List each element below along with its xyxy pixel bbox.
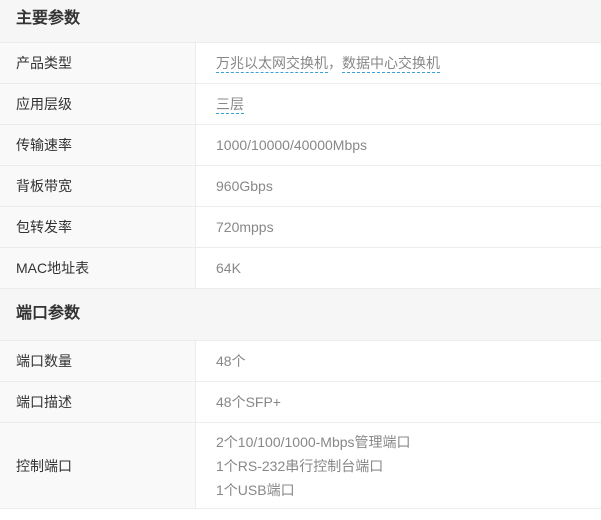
spec-label: 控制端口 — [0, 423, 196, 508]
spec-value: 720mpps — [216, 219, 274, 235]
spec-value: 2个10/100/1000-Mbps管理端口 1个RS-232串行控制台端口 1… — [196, 423, 601, 508]
spec-value: 48个 — [216, 353, 246, 369]
value-separator: ， — [328, 55, 342, 71]
spec-row-control-ports: 控制端口 2个10/100/1000-Mbps管理端口 1个RS-232串行控制… — [0, 423, 601, 509]
spec-label: 背板带宽 — [0, 166, 196, 206]
spec-label: 包转发率 — [0, 207, 196, 247]
spec-value: 64K — [216, 260, 241, 276]
term-link-layer3[interactable]: 三层 — [216, 96, 244, 114]
spec-value-line: 1个USB端口 — [216, 481, 295, 498]
spec-value: 三层 — [196, 84, 601, 124]
spec-row-application-layer: 应用层级 三层 — [0, 84, 601, 125]
section-title-main-params: 主要参数 — [0, 0, 601, 43]
spec-label: 传输速率 — [0, 125, 196, 165]
spec-value: 万兆以太网交换机，数据中心交换机 — [196, 43, 601, 83]
spec-row-transfer-rate: 传输速率 1000/10000/40000Mbps — [0, 125, 601, 166]
spec-label: 端口数量 — [0, 341, 196, 381]
spec-row-port-description: 端口描述 48个SFP+ — [0, 382, 601, 423]
spec-value: 1000/10000/40000Mbps — [216, 137, 368, 153]
spec-value: 48个SFP+ — [216, 394, 281, 410]
spec-label: 端口描述 — [0, 382, 196, 422]
spec-value: 960Gbps — [216, 178, 273, 194]
spec-row-mac-table: MAC地址表 64K — [0, 248, 601, 289]
spec-row-backplane-bandwidth: 背板带宽 960Gbps — [0, 166, 601, 207]
spec-row-port-count: 端口数量 48个 — [0, 341, 601, 382]
term-link-datacenter-switch[interactable]: 数据中心交换机 — [342, 55, 440, 73]
spec-label: 产品类型 — [0, 43, 196, 83]
spec-table: 主要参数 产品类型 万兆以太网交换机，数据中心交换机 应用层级 三层 传输速率 … — [0, 0, 601, 520]
term-link-10g-ethernet-switch[interactable]: 万兆以太网交换机 — [216, 55, 328, 73]
spec-label: 应用层级 — [0, 84, 196, 124]
spec-value-line: 1个RS-232串行控制台端口 — [216, 457, 384, 474]
section-title-port-params: 端口参数 — [0, 289, 601, 341]
spec-label: MAC地址表 — [0, 248, 196, 288]
spec-row-forwarding-rate: 包转发率 720mpps — [0, 207, 601, 248]
spec-row-product-type: 产品类型 万兆以太网交换机，数据中心交换机 — [0, 43, 601, 84]
spec-value-line: 2个10/100/1000-Mbps管理端口 — [216, 433, 411, 450]
